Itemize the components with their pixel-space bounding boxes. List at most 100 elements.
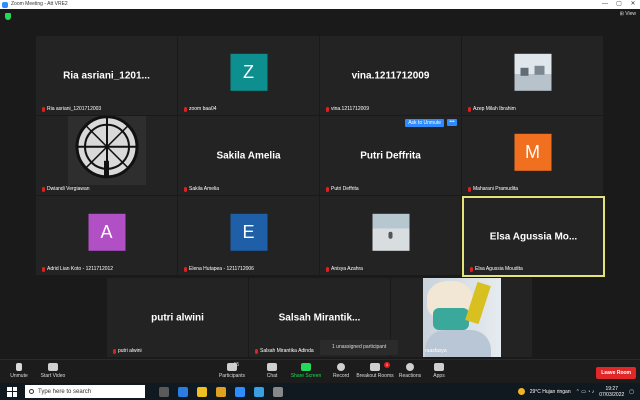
participant-label: Adrid Lian Koto - 1211712012 xyxy=(42,266,113,272)
participant-tile[interactable]: putri alwini putri alwini xyxy=(107,278,248,357)
participants-count: 15 xyxy=(233,362,240,368)
participant-label: Dwiandi Vergiawan xyxy=(42,186,90,192)
beach-photo-thumbnail xyxy=(372,213,409,251)
muted-mic-icon xyxy=(42,106,45,112)
clock[interactable]: 19:27 07/03/2022 xyxy=(599,386,624,398)
participant-tile[interactable]: Anisya Azahra xyxy=(320,196,461,275)
weather-text[interactable]: 29°C Hujan ringan xyxy=(530,389,571,395)
taskbar-search-input[interactable]: Type here to search xyxy=(25,385,145,398)
office-photo-thumbnail xyxy=(514,53,551,91)
window-title: Zoom Meeting - Att VRE2 xyxy=(11,1,68,7)
chat-button[interactable]: Chat xyxy=(262,363,282,379)
participant-label: vina.1211712009 xyxy=(326,106,369,112)
participant-tile[interactable]: Sakila Amelia Sakila Amelia xyxy=(178,116,319,195)
file-explorer-icon[interactable] xyxy=(197,386,207,397)
participant-name: Salsah Mirantik... xyxy=(278,312,361,323)
more-options-button[interactable]: ••• xyxy=(447,119,457,126)
participant-label: Elena Hutapea - 1211712006 xyxy=(184,266,254,272)
participant-tile[interactable]: vina.1211712009 vina.1211712009 xyxy=(320,36,461,115)
participant-label: putri alwini xyxy=(113,348,142,354)
participant-tile-active-speaker[interactable]: Elsa Agussia Mo... Elsa Agussia Moudita xyxy=(462,196,605,277)
security-shield-icon[interactable] xyxy=(5,13,11,20)
participant-label: Sakila Amelia xyxy=(184,186,219,192)
participant-label: Azep Milah Ibrahim xyxy=(468,106,516,112)
edge-icon[interactable] xyxy=(178,386,188,397)
participant-label: zoom baa04 xyxy=(184,106,217,112)
participant-tile[interactable]: A Adrid Lian Koto - 1211712012 xyxy=(36,196,177,275)
muted-mic-icon xyxy=(184,266,187,272)
meeting-toolbar: Unmute Start Video 15 Participants Chat … xyxy=(0,359,640,383)
windows-taskbar: Type here to search 29°C Hujan ringan ⌃ … xyxy=(0,383,640,400)
title-bar: Zoom Meeting - Att VRE2 — ▢ ✕ xyxy=(0,0,640,9)
muted-mic-icon xyxy=(184,106,187,112)
view-button[interactable]: ⊞ View xyxy=(620,11,636,17)
zoom-icon[interactable] xyxy=(235,386,245,397)
store-icon[interactable] xyxy=(254,386,264,397)
muted-mic-icon xyxy=(468,106,471,112)
record-button[interactable]: Record xyxy=(330,363,352,379)
participant-tile[interactable]: Ria asriani_1201... Ria asriani_12017120… xyxy=(36,36,177,115)
unmute-button[interactable]: Unmute xyxy=(6,363,32,379)
minimize-button[interactable]: — xyxy=(598,0,612,9)
participant-tile[interactable]: Z zoom baa04 xyxy=(178,36,319,115)
muted-mic-icon xyxy=(470,266,473,272)
windows-start-icon[interactable] xyxy=(7,386,17,397)
muted-mic-icon xyxy=(255,348,258,354)
participant-label: Salsah Mirantika Adinda xyxy=(255,348,314,354)
app-icon[interactable] xyxy=(273,386,283,397)
leave-room-button[interactable]: Leave Room xyxy=(596,367,636,379)
muted-mic-icon xyxy=(184,186,187,192)
breakout-rooms-button[interactable]: 1 Breakout Rooms xyxy=(356,362,394,379)
meeting-gallery: ⊞ View Ria asriani_1201... Ria asriani_1… xyxy=(0,9,640,359)
zoom-window: Zoom Meeting - Att VRE2 — ▢ ✕ ⊞ View Ria… xyxy=(0,0,640,400)
participant-label: Anisya Azahra xyxy=(326,266,363,272)
chrome-icon[interactable] xyxy=(216,386,226,397)
participant-label: Putri Deffrita xyxy=(326,186,359,192)
participant-name: Ria asriani_1201... xyxy=(63,70,150,81)
participant-tile[interactable]: E Elena Hutapea - 1211712006 xyxy=(178,196,319,275)
microphone-muted-icon xyxy=(16,363,22,371)
muted-mic-icon xyxy=(113,348,116,354)
chat-icon xyxy=(267,363,277,371)
muted-mic-icon xyxy=(326,186,329,192)
apps-icon xyxy=(434,363,444,371)
participants-button[interactable]: 15 Participants xyxy=(216,362,248,379)
clock-photo-thumbnail xyxy=(67,116,146,185)
participant-label: Maharani Pramudita xyxy=(468,186,518,192)
avatar: E xyxy=(230,213,267,251)
participant-name: Elsa Agussia Mo... xyxy=(489,231,578,242)
muted-mic-icon xyxy=(468,186,471,192)
participant-label: Elsa Agussia Moudita xyxy=(470,266,523,272)
breakout-rooms-icon xyxy=(370,363,380,371)
share-screen-button[interactable]: Share Screen xyxy=(290,363,322,379)
tray-icons[interactable]: ⌃ ▭ ◔ ♪ xyxy=(576,389,595,395)
ask-to-unmute-button[interactable]: Ask to Unmute xyxy=(405,119,444,127)
participant-label: raasfasya xyxy=(425,348,447,354)
close-button[interactable]: ✕ xyxy=(626,0,640,9)
system-tray: 29°C Hujan ringan ⌃ ▭ ◔ ♪ 19:27 07/03/20… xyxy=(517,386,640,398)
participant-label: Ria asriani_1201712003 xyxy=(42,106,101,112)
muted-mic-icon xyxy=(326,266,329,272)
breakout-notice[interactable]: 1 unassigned participant xyxy=(320,340,398,355)
participant-tile[interactable]: Azep Milah Ibrahim xyxy=(462,36,603,115)
notifications-icon[interactable]: ▢ xyxy=(629,389,634,395)
muted-mic-icon xyxy=(42,186,45,192)
avatar: A xyxy=(88,213,125,251)
reactions-icon xyxy=(406,363,414,371)
muted-mic-icon xyxy=(326,106,329,112)
participant-tile[interactable]: Ask to Unmute ••• Putri Deffrita Putri D… xyxy=(320,116,461,195)
maximize-button[interactable]: ▢ xyxy=(612,0,626,9)
participant-tile[interactable]: Dwiandi Vergiawan xyxy=(36,116,177,195)
muted-mic-icon xyxy=(42,266,45,272)
apps-button[interactable]: Apps xyxy=(430,363,448,379)
participant-tile[interactable]: M Maharani Pramudita xyxy=(462,116,603,195)
window-controls: — ▢ ✕ xyxy=(598,0,640,9)
start-video-button[interactable]: Start Video xyxy=(38,363,68,379)
task-view-icon[interactable] xyxy=(159,386,169,397)
share-screen-icon xyxy=(301,363,311,371)
participant-tile[interactable]: raasfasya xyxy=(391,278,532,357)
participant-name: Sakila Amelia xyxy=(216,150,281,161)
record-icon xyxy=(337,363,345,371)
reactions-button[interactable]: Reactions xyxy=(398,363,422,379)
participant-name: Putri Deffrita xyxy=(360,150,421,161)
